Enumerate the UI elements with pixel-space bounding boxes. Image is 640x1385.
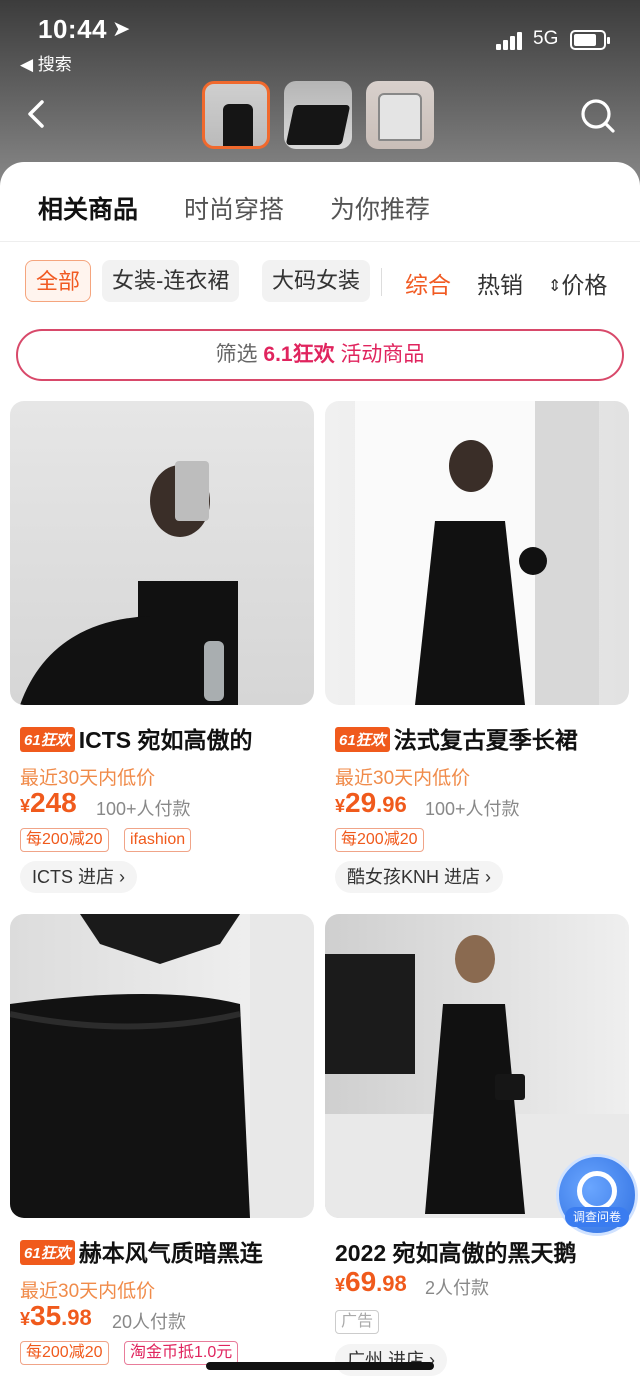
home-indicator[interactable] (206, 1362, 434, 1370)
product-price: ¥29.96 (335, 787, 407, 819)
discount-tag: 每200减20 (20, 828, 109, 852)
product-image (10, 914, 314, 1218)
sort-bestselling[interactable]: 热销 (477, 266, 523, 300)
promo-filter-button[interactable]: 筛选 6.1狂欢 活动商品 (16, 329, 624, 381)
store-link[interactable]: 酷女孩KNH 进店 › (335, 861, 503, 893)
low-price-note: 最近30天内低价 (335, 768, 471, 789)
price-integer: 69 (345, 1266, 377, 1297)
sale-61-badge: 61狂欢 (335, 727, 390, 752)
product-title-text: 2022 宛如高傲的黑天鹅 (335, 1240, 577, 1266)
thumbnail-3[interactable] (366, 81, 434, 149)
sold-count: 100+人付款 (425, 799, 520, 819)
promo-prefix: 筛选 (215, 343, 258, 366)
low-price-note: 最近30天内低价 (20, 768, 156, 789)
sort-overall[interactable]: 综合 (405, 266, 451, 300)
product-image (325, 401, 629, 705)
price-decimal: .96 (376, 792, 407, 817)
filter-bar: 全部 女装-连衣裙 大码女装 综合 热销 ⇕价格 (0, 260, 640, 304)
product-image (10, 401, 314, 705)
thumbnail-1[interactable] (202, 81, 270, 149)
store-link[interactable]: ICTS 进店 › (20, 861, 137, 893)
product-title-text: 赫本风气质暗黑连 (78, 1240, 263, 1266)
filter-chip-all[interactable]: 全部 (25, 260, 92, 302)
discount-tag: 每200减20 (20, 1341, 109, 1365)
status-bar: 10:44 ➤ ◀ 搜索 5G (0, 0, 640, 80)
product-title: 61狂欢 ICTS 宛如高傲的 (20, 721, 310, 755)
status-time: 10:44 (38, 14, 107, 44)
product-price: ¥35.98 (20, 1300, 92, 1332)
product-image (285, 105, 351, 145)
divider (381, 268, 382, 296)
store-link[interactable]: 广州 进店 › (335, 1344, 447, 1376)
location-arrow-icon: ➤ (112, 16, 131, 41)
product-title: 61狂欢 赫本风气质暗黑连 (20, 1234, 310, 1268)
survey-button[interactable]: 调查问卷 (556, 1154, 638, 1236)
sold-count: 2人付款 (425, 1278, 490, 1298)
survey-icon (577, 1171, 617, 1211)
price-decimal: .98 (376, 1271, 407, 1296)
tab-fashion-outfits[interactable]: 时尚穿搭 (184, 190, 284, 226)
currency: ¥ (335, 1275, 346, 1295)
tab-recommended[interactable]: 为你推荐 (330, 190, 430, 226)
promo-highlight: 6.1狂欢 (263, 343, 335, 366)
product-price: ¥69.98 (335, 1266, 407, 1298)
ad-tag: 广告 (335, 1310, 380, 1334)
sold-count: 20人付款 (112, 1312, 187, 1332)
price-decimal: .98 (61, 1305, 92, 1330)
currency: ¥ (20, 1309, 31, 1329)
tab-related-products[interactable]: 相关商品 (38, 190, 138, 226)
product-price: ¥248 (20, 787, 77, 819)
sort-price[interactable]: ⇕价格 (548, 266, 607, 300)
product-title-text: 法式复古夏季长裙 (393, 727, 578, 753)
survey-label: 调查问卷 (565, 1207, 629, 1227)
network-type: 5G (533, 28, 559, 49)
product-image (223, 104, 253, 146)
product-title-text: ICTS 宛如高傲的 (78, 727, 253, 753)
filter-chip-dresses[interactable]: 女装-连衣裙 (102, 260, 240, 302)
back-to-search-link[interactable]: ◀ 搜索 (20, 50, 72, 75)
sort-price-label: 价格 (561, 272, 608, 298)
sale-61-badge: 61狂欢 (20, 1240, 75, 1265)
signal-icon (496, 30, 526, 50)
discount-tag: 每200减20 (335, 828, 424, 852)
tab-bar: 相关商品 时尚穿搭 为你推荐 (0, 162, 640, 242)
sale-61-badge: 61狂欢 (20, 727, 75, 752)
search-icon[interactable] (578, 96, 618, 136)
price-integer: 35 (30, 1300, 62, 1331)
thumbnail-2[interactable] (284, 81, 352, 149)
sold-count: 100+人付款 (96, 799, 191, 819)
filter-chip-plus-size[interactable]: 大码女装 (262, 260, 371, 302)
currency: ¥ (20, 796, 31, 816)
brand-tag: ifashion (124, 828, 192, 852)
sort-arrows-icon: ⇕ (548, 278, 562, 295)
low-price-note: 最近30天内低价 (20, 1281, 156, 1302)
currency: ¥ (335, 796, 346, 816)
product-image (378, 93, 422, 141)
price-integer: 248 (30, 787, 77, 818)
back-arrow-icon[interactable] (20, 96, 56, 132)
price-integer: 29 (345, 787, 377, 818)
promo-suffix: 活动商品 (340, 343, 425, 366)
battery-icon (570, 30, 610, 50)
product-title: 61狂欢 法式复古夏季长裙 (335, 721, 625, 755)
